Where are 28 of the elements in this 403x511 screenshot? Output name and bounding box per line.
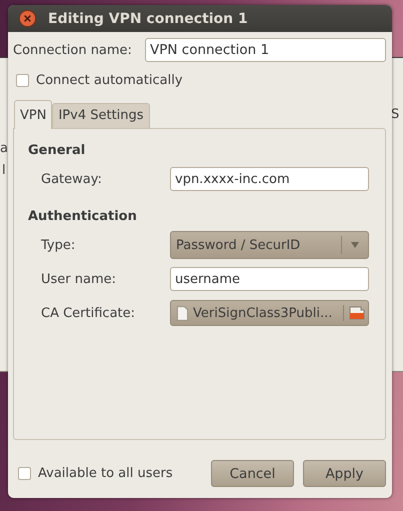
window-text: a — [0, 141, 8, 156]
file-chooser-button[interactable]: VeriSignClass3Publi... — [170, 300, 369, 326]
tab[interactable]: VPN — [14, 100, 52, 129]
close-icon[interactable] — [19, 10, 36, 27]
section-heading: General — [28, 142, 86, 160]
field-label: Connection name: — [13, 42, 132, 58]
caret-icon — [350, 241, 360, 249]
window-text: S — [391, 107, 400, 122]
input-field[interactable]: vpn.xxxx-inc.com — [170, 167, 369, 191]
checkbox-label: Available to all users — [38, 466, 173, 481]
field-label: Gateway: — [41, 172, 102, 186]
dropdown[interactable]: Password / SecurID — [170, 231, 369, 259]
dialog-button[interactable]: Cancel — [211, 460, 294, 487]
section-heading: Authentication — [28, 208, 138, 226]
dialog-button[interactable]: Apply — [303, 460, 386, 487]
document-icon — [177, 306, 188, 320]
field-label: Type: — [41, 238, 76, 252]
field-label: User name: — [41, 272, 116, 286]
input-field[interactable]: VPN connection 1 — [145, 38, 386, 62]
checkbox[interactable] — [16, 74, 29, 86]
input-field[interactable]: username — [170, 267, 369, 291]
field-label: CA Certificate: — [41, 306, 136, 320]
window-text: l — [2, 163, 6, 178]
window-title: Editing VPN connection 1 — [48, 10, 248, 26]
checkbox-label: Connect automatically — [36, 72, 183, 88]
tab[interactable]: IPv4 Settings — [52, 103, 150, 128]
checkbox[interactable] — [18, 467, 31, 480]
folder-icon — [349, 306, 365, 320]
